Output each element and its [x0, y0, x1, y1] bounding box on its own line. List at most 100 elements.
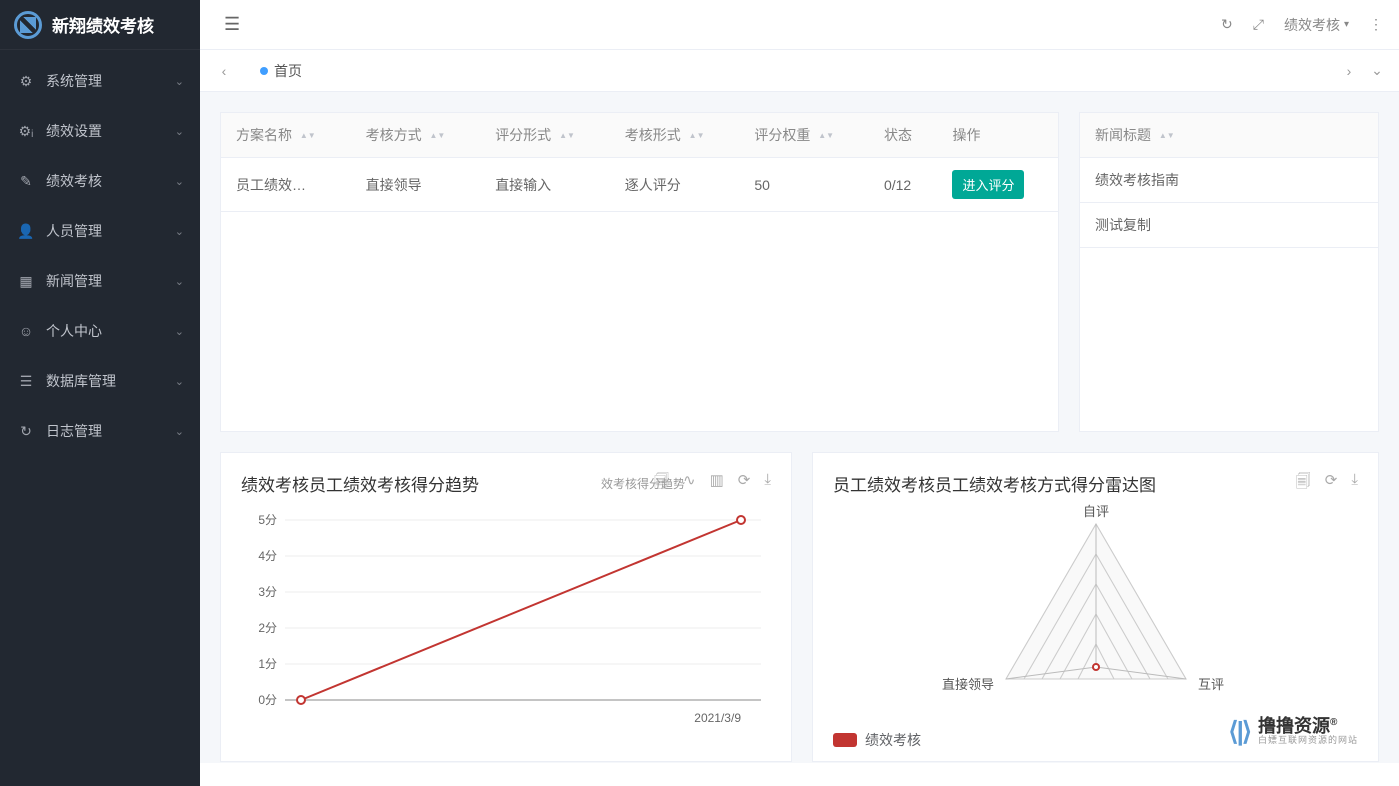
- news-icon: ▦: [16, 273, 36, 290]
- person-icon: ☺: [16, 323, 36, 339]
- radar-series: [1093, 664, 1099, 670]
- topbar: ☰ ↻ ⤢ 绩效考核 ▾ ⋮: [200, 0, 1399, 50]
- tab-scroll-left[interactable]: ‹: [210, 63, 238, 79]
- td-scoretype: 直接输入: [480, 158, 610, 212]
- chart-title: 绩效考核员工绩效考核得分趋势: [241, 471, 479, 496]
- refresh-icon[interactable]: ↻: [1221, 16, 1233, 33]
- brand-name: 新翔绩效考核: [52, 12, 154, 37]
- td-method: 直接领导: [351, 158, 481, 212]
- chart-title: 员工绩效考核员工绩效考核方式得分雷达图: [833, 471, 1156, 496]
- tab-home[interactable]: 首页: [260, 61, 302, 81]
- refresh-chart-icon[interactable]: ⟳: [738, 471, 751, 496]
- refresh-chart-icon[interactable]: ⟳: [1325, 471, 1338, 496]
- nav-label: 个人中心: [46, 321, 102, 341]
- td-status: 0/12: [869, 158, 938, 212]
- sort-icon: ▲▼: [559, 133, 575, 139]
- active-dot-icon: [260, 67, 268, 75]
- collapse-sidebar-button[interactable]: ☰: [224, 14, 240, 35]
- chevron-down-icon: ⌄: [175, 325, 184, 338]
- logo-icon: [14, 11, 42, 39]
- assessment-table-card: 方案名称 ▲▼ 考核方式 ▲▼ 评分形式 ▲▼ 考核形式 ▲▼ 评分权重 ▲▼ …: [220, 112, 1059, 432]
- dropdown-label: 绩效考核: [1284, 15, 1340, 35]
- svg-text:0分: 0分: [258, 693, 277, 707]
- download-chart-icon[interactable]: ⤓: [1351, 471, 1358, 496]
- svg-text:5分: 5分: [258, 513, 277, 527]
- enter-score-button[interactable]: 进入评分: [952, 170, 1024, 199]
- brand-logo: 新翔绩效考核: [0, 0, 200, 50]
- th-method[interactable]: 考核方式 ▲▼: [351, 113, 481, 158]
- sidebar-item-people[interactable]: 👤人员管理⌄: [0, 206, 200, 256]
- content: 方案名称 ▲▼ 考核方式 ▲▼ 评分形式 ▲▼ 考核形式 ▲▼ 评分权重 ▲▼ …: [200, 92, 1399, 763]
- radar-chart-card: 员工绩效考核员工绩效考核方式得分雷达图 🗐 ⟳ ⤓: [812, 452, 1379, 762]
- news-header[interactable]: 新闻标题 ▲▼: [1080, 113, 1378, 158]
- x-axis-label: 2021/3/9: [694, 711, 741, 725]
- chevron-down-icon: ⌄: [175, 425, 184, 438]
- watermark-logo-icon: ⟨|⟩: [1228, 716, 1250, 747]
- sidebar-item-profile[interactable]: ☺ 个人中心 ⌄: [0, 306, 200, 356]
- sidebar-item-news[interactable]: ▦新闻管理⌄: [0, 256, 200, 306]
- sidebar-item-perfset[interactable]: ⚙ᵢ 绩效设置 ⌄: [0, 106, 200, 156]
- th-weight[interactable]: 评分权重 ▲▼: [739, 113, 869, 158]
- th-plan[interactable]: 方案名称 ▲▼: [221, 113, 351, 158]
- caret-down-icon: ▾: [1344, 19, 1349, 30]
- table-header-row: 方案名称 ▲▼ 考核方式 ▲▼ 评分形式 ▲▼ 考核形式 ▲▼ 评分权重 ▲▼ …: [221, 113, 1058, 158]
- svg-text:2分: 2分: [258, 621, 277, 635]
- edit-icon: ✎: [16, 173, 36, 190]
- watermark: ⟨|⟩ 撸撸资源® 白嫖互联网资源的网站: [1228, 716, 1358, 747]
- nav-label: 绩效设置: [46, 121, 102, 141]
- radar-chart: 自评 互评 直接领导: [833, 504, 1358, 714]
- sort-icon: ▲▼: [429, 133, 445, 139]
- user-dropdown[interactable]: 绩效考核 ▾: [1284, 15, 1349, 35]
- td-plan: 员工绩效…: [221, 158, 351, 212]
- sort-icon: ▲▼: [300, 133, 316, 139]
- tabsbar: ‹ 首页 › ⌄: [200, 50, 1399, 92]
- table-row: 员工绩效… 直接领导 直接输入 逐人评分 50 0/12 进入评分: [221, 158, 1058, 212]
- nav-label: 数据库管理: [46, 371, 116, 391]
- data-view-icon[interactable]: 🗐: [1296, 471, 1311, 496]
- th-action: 操作: [937, 113, 1058, 158]
- db-icon: ☰: [16, 373, 36, 390]
- sliders-icon: ⚙ᵢ: [16, 123, 36, 140]
- sort-icon: ▲▼: [689, 133, 705, 139]
- nav-label: 绩效考核: [46, 171, 102, 191]
- news-item[interactable]: 测试复制: [1080, 203, 1378, 248]
- news-item[interactable]: 绩效考核指南: [1080, 158, 1378, 203]
- main-area: ☰ ↻ ⤢ 绩效考核 ▾ ⋮ ‹ 首页 › ⌄ 方案名称 ▲▼ 考: [200, 0, 1399, 763]
- download-chart-icon[interactable]: ⤓: [764, 471, 771, 496]
- sidebar-item-system[interactable]: ⚙系统管理⌄: [0, 56, 200, 106]
- history-icon: ↻: [16, 423, 36, 440]
- svg-text:直接领导: 直接领导: [941, 677, 993, 692]
- chart-subtitle: 效考核得分趋势: [601, 475, 685, 492]
- watermark-brand: 撸撸资源: [1258, 716, 1330, 736]
- chevron-down-icon: ⌄: [175, 125, 184, 138]
- fullscreen-icon[interactable]: ⤢: [1253, 16, 1264, 33]
- more-icon[interactable]: ⋮: [1369, 16, 1383, 33]
- sidebar-item-log[interactable]: ↻日志管理⌄: [0, 406, 200, 456]
- sort-icon: ▲▼: [818, 133, 834, 139]
- tab-menu-dropdown[interactable]: ⌄: [1363, 62, 1391, 79]
- line-chart: 5分 4分 3分 2分 1分 0分: [241, 504, 771, 734]
- th-assesstype[interactable]: 考核形式 ▲▼: [610, 113, 740, 158]
- svg-text:3分: 3分: [258, 585, 277, 599]
- tab-scroll-right[interactable]: ›: [1335, 63, 1363, 79]
- watermark-slogan: 白嫖互联网资源的网站: [1258, 736, 1358, 746]
- svg-text:自评: 自评: [1082, 504, 1108, 519]
- td-weight: 50: [739, 158, 869, 212]
- chevron-down-icon: ⌄: [175, 175, 184, 188]
- td-action: 进入评分: [937, 158, 1058, 212]
- tab-label: 首页: [274, 61, 302, 81]
- trend-line: [301, 520, 741, 700]
- sidebar-item-database[interactable]: ☰ 数据库管理 ⌄: [0, 356, 200, 406]
- chevron-down-icon: ⌄: [175, 75, 184, 88]
- nav-label: 新闻管理: [46, 271, 102, 291]
- user-icon: 👤: [16, 223, 36, 240]
- nav-label: 人员管理: [46, 221, 102, 241]
- sidebar-item-assess[interactable]: ✎ 绩效考核 ⌄: [0, 156, 200, 206]
- nav-menu: ⚙系统管理⌄ ⚙ᵢ 绩效设置 ⌄ ✎ 绩效考核 ⌄ 👤 人员管理 ⌄ ▦ 新闻管理 ⌄ ☺ 个人中…: [0, 50, 200, 456]
- bar-type-icon[interactable]: ▥: [710, 471, 724, 496]
- th-scoretype[interactable]: 评分形式 ▲▼: [480, 113, 610, 158]
- legend-label: 绩效考核: [865, 730, 921, 750]
- svg-text:1分: 1分: [258, 657, 277, 671]
- legend-swatch-icon: [833, 733, 857, 747]
- chevron-down-icon: ⌄: [175, 375, 184, 388]
